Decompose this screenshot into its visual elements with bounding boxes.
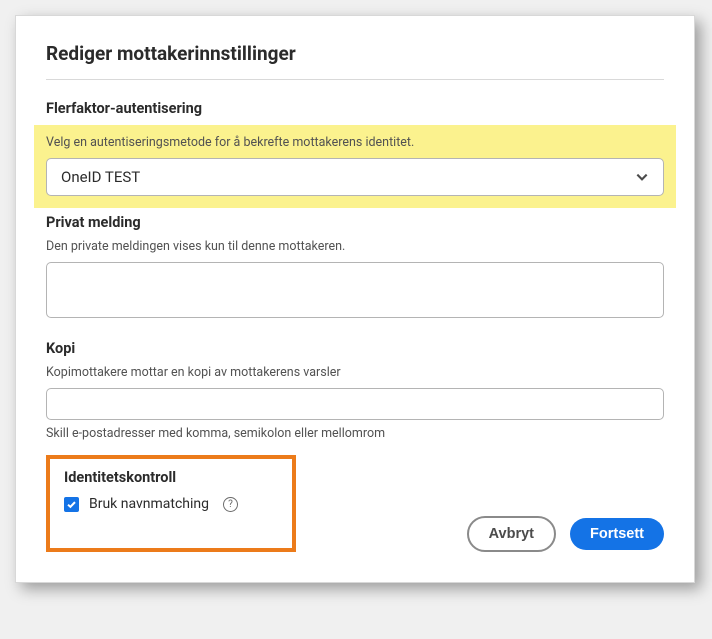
mfa-label: Flerfaktor-autentisering	[46, 100, 664, 117]
private-message-help: Den private meldingen vises kun til denn…	[46, 239, 664, 254]
divider	[46, 79, 664, 80]
private-message-label: Privat melding	[46, 214, 664, 231]
cancel-button[interactable]: Avbryt	[467, 516, 556, 552]
copy-help: Kopimottakere mottar en kopi av mottaker…	[46, 365, 664, 380]
private-message-input[interactable]	[46, 262, 664, 318]
footer-row: Identitetskontroll Bruk navnmatching ? A…	[46, 455, 664, 552]
chevron-down-icon	[635, 170, 649, 184]
name-matching-label: Bruk navnmatching	[89, 496, 209, 512]
identity-control-box: Identitetskontroll Bruk navnmatching ?	[46, 455, 296, 552]
name-matching-row: Bruk navnmatching ?	[64, 496, 278, 512]
copy-hint: Skill e-postadresser med komma, semikolo…	[46, 426, 664, 441]
copy-section: Kopi Kopimottakere mottar en kopi av mot…	[46, 340, 664, 441]
copy-recipients-input[interactable]	[46, 388, 664, 420]
help-icon[interactable]: ?	[223, 497, 238, 512]
mfa-selected-value: OneID TEST	[61, 168, 140, 186]
mfa-method-dropdown[interactable]: OneID TEST	[46, 158, 664, 196]
identity-label: Identitetskontroll	[64, 469, 278, 486]
dialog-buttons: Avbryt Fortsett	[467, 516, 664, 552]
mfa-help-text: Velg en autentiseringsmetode for å bekre…	[46, 135, 664, 150]
dialog-title: Rediger mottakerinnstillinger	[46, 42, 664, 65]
copy-label: Kopi	[46, 340, 664, 357]
mfa-section: Flerfaktor-autentisering Velg en autenti…	[46, 100, 664, 208]
continue-button[interactable]: Fortsett	[570, 518, 664, 550]
name-matching-checkbox[interactable]	[64, 497, 79, 512]
recipient-settings-dialog: Rediger mottakerinnstillinger Flerfaktor…	[15, 15, 695, 583]
private-message-section: Privat melding Den private meldingen vis…	[46, 214, 664, 334]
mfa-highlight: Velg en autentiseringsmetode for å bekre…	[34, 125, 676, 208]
